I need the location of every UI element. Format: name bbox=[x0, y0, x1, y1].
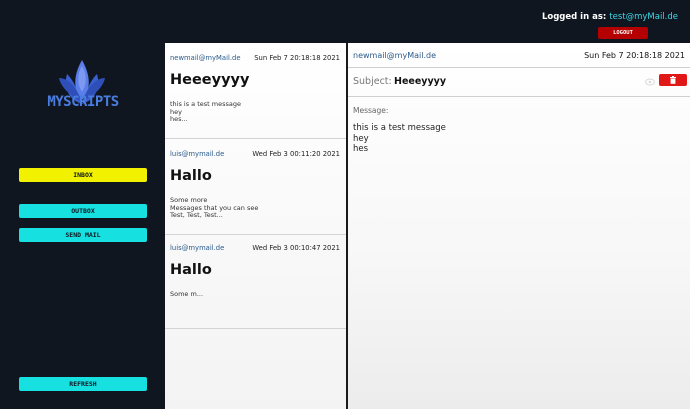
detail-subject-row: Subject: Heeeyyyy bbox=[348, 68, 690, 97]
mail-list-item[interactable]: luis@mymail.de Wed Feb 3 00:10:47 2021 H… bbox=[165, 233, 346, 329]
brand-name: MYSCRIPTS bbox=[47, 94, 119, 110]
mail-sender: newmail@myMail.de bbox=[170, 54, 241, 62]
mail-preview: Some m... bbox=[170, 290, 204, 299]
mail-date: Sun Feb 7 20:18:18 2021 bbox=[254, 54, 340, 62]
mail-preview: Some more Messages that you can see Test… bbox=[170, 196, 258, 220]
detail-date: Sun Feb 7 20:18:18 2021 bbox=[584, 51, 685, 60]
logged-in-label: Logged in as: bbox=[541, 12, 607, 22]
detail-subject: Heeeyyyy bbox=[394, 76, 447, 87]
mail-sender: luis@mymail.de bbox=[170, 150, 225, 158]
mail-detail-panel: newmail@myMail.de Sun Feb 7 20:18:18 202… bbox=[348, 43, 690, 409]
logged-in-status: Logged in as: test@myMail.de bbox=[542, 12, 678, 22]
mail-preview-line: hes... bbox=[170, 115, 188, 124]
mail-preview-line: Test, Test, Test... bbox=[170, 211, 223, 220]
message-line: this is a test message bbox=[353, 123, 446, 133]
send-mail-button[interactable]: SEND MAIL bbox=[19, 228, 147, 242]
user-email: test@myMail.de bbox=[609, 12, 678, 22]
mail-preview: this is a test message hey hes... bbox=[170, 100, 241, 124]
message-body: this is a test message hey hes bbox=[353, 123, 446, 155]
refresh-button[interactable]: REFRESH bbox=[19, 377, 147, 391]
logout-button[interactable]: LOGOUT bbox=[598, 27, 648, 39]
eye-icon[interactable] bbox=[645, 78, 655, 86]
detail-sender: newmail@myMail.de bbox=[353, 51, 436, 60]
mail-subject: Hallo bbox=[170, 168, 212, 184]
mail-list-item[interactable]: newmail@myMail.de Sun Feb 7 20:18:18 202… bbox=[165, 43, 346, 139]
inbox-button[interactable]: INBOX bbox=[19, 168, 147, 182]
mail-subject: Heeeyyyy bbox=[170, 72, 250, 88]
mail-subject: Hallo bbox=[170, 262, 212, 278]
trash-icon bbox=[670, 76, 676, 84]
message-line: hes bbox=[353, 144, 369, 154]
detail-header: newmail@myMail.de Sun Feb 7 20:18:18 202… bbox=[348, 43, 690, 68]
mail-sender: luis@mymail.de bbox=[170, 244, 225, 252]
mail-list: newmail@myMail.de Sun Feb 7 20:18:18 202… bbox=[165, 43, 346, 409]
mail-list-item[interactable]: luis@mymail.de Wed Feb 3 00:11:20 2021 H… bbox=[165, 139, 346, 235]
message-label: Message: bbox=[353, 106, 389, 115]
message-line: hey bbox=[353, 133, 369, 144]
mail-date: Wed Feb 3 00:10:47 2021 bbox=[252, 244, 340, 252]
top-bar: Logged in as: test@myMail.de LOGOUT bbox=[0, 0, 690, 42]
subject-label: Subject: bbox=[353, 76, 392, 87]
mail-date: Wed Feb 3 00:11:20 2021 bbox=[252, 150, 340, 158]
mail-preview-line: Some m... bbox=[170, 290, 204, 298]
outbox-button[interactable]: OUTBOX bbox=[19, 204, 147, 218]
delete-button[interactable] bbox=[659, 74, 687, 86]
